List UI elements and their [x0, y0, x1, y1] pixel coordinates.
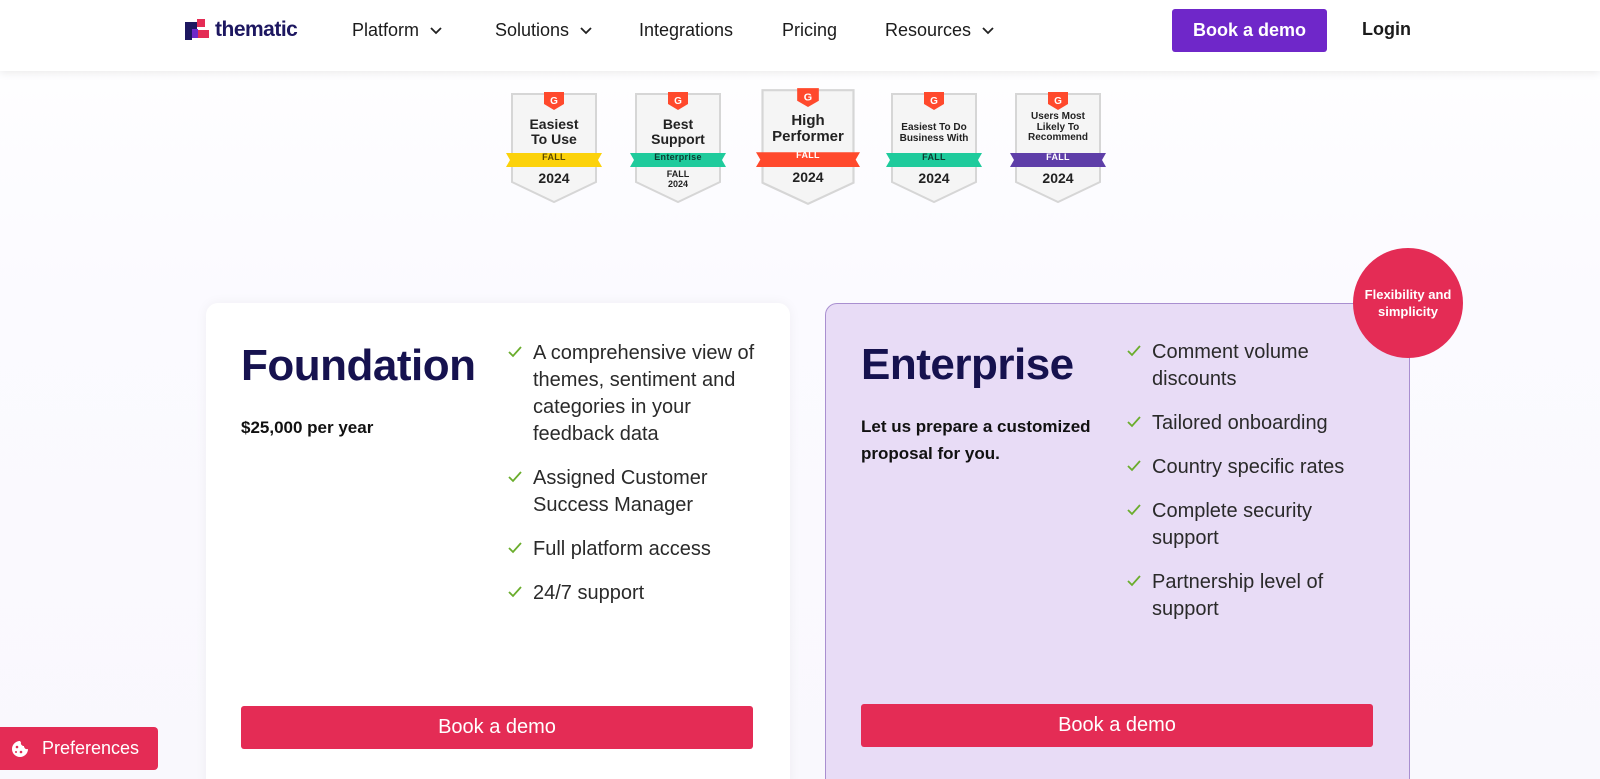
- cookie-icon: [12, 740, 28, 757]
- flexibility-simplicity-badge: Flexibility and simplicity: [1353, 248, 1463, 358]
- check-icon: [1127, 345, 1141, 357]
- nav-platform[interactable]: Platform: [352, 18, 443, 42]
- badge-shield-icon: G: [756, 88, 860, 205]
- thematic-logo[interactable]: thematic: [183, 16, 298, 44]
- login-link[interactable]: Login: [1362, 19, 1411, 40]
- feature-text: Country specific rates: [1152, 456, 1345, 478]
- g2-badge-most-likely-recommend: G Users Most Likely To Recommend FALL 2024: [1010, 90, 1106, 206]
- feature-item: Country specific rates: [1126, 454, 1371, 481]
- badge-ribbon-text: Enterprise: [654, 152, 702, 162]
- feature-item: Assigned Customer Success Manager: [507, 465, 757, 519]
- feature-text: Assigned Customer Success Manager: [533, 467, 708, 516]
- badge-shield-icon: G: [886, 92, 982, 204]
- g2-logo-icon: G: [550, 96, 558, 107]
- feature-item: Partnership level of support: [1126, 569, 1371, 623]
- check-icon: [508, 542, 522, 554]
- thematic-logo-icon: [185, 19, 209, 40]
- feature-text: A comprehensive view of themes, sentimen…: [533, 342, 755, 445]
- check-icon: [1127, 460, 1141, 472]
- g2-logo-icon: G: [1054, 96, 1062, 107]
- badge-ribbon-text: FALL: [796, 150, 820, 160]
- plan-title: Foundation: [241, 341, 476, 390]
- badge-title: Easiest To Do Business With: [899, 122, 969, 144]
- chevron-down-icon: [580, 27, 592, 35]
- plan-title: Enterprise: [861, 340, 1074, 389]
- nav-pricing[interactable]: Pricing: [782, 18, 837, 42]
- badge-title: High Performer: [772, 112, 844, 145]
- badge-year: 2024: [918, 170, 950, 186]
- check-icon: [1127, 504, 1141, 516]
- nav-label: Integrations: [639, 19, 734, 40]
- feature-item: Full platform access: [507, 536, 757, 563]
- foundation-feature-list: A comprehensive view of themes, sentimen…: [507, 340, 757, 624]
- badge-ribbon-text: FALL: [1046, 152, 1070, 162]
- logo-text: thematic: [215, 18, 298, 41]
- badge-title: Users Most Likely To Recommend: [1027, 111, 1088, 143]
- g2-badge-best-support: G Best Support Enterprise FALL 2024: [630, 90, 726, 206]
- nav-label: Resources: [885, 19, 972, 40]
- foundation-plan-card: Foundation $25,000 per year A comprehens…: [206, 303, 790, 779]
- chevron-down-icon: [430, 27, 442, 35]
- nav-solutions[interactable]: Solutions: [495, 18, 593, 42]
- badge-shield-icon: G: [506, 92, 602, 204]
- badge-title: Easiest To Use: [529, 116, 579, 147]
- badge-year: 2024: [1042, 170, 1074, 186]
- chevron-down-icon: [982, 27, 994, 35]
- g2-logo-icon: G: [930, 96, 938, 107]
- nav-integrations[interactable]: Integrations: [639, 18, 733, 42]
- badge-ribbon-text: FALL: [922, 152, 946, 162]
- g2-badge-easiest-to-use: G Easiest To Use FALL 2024: [506, 90, 602, 206]
- badge-title: Best Support: [651, 116, 705, 147]
- feature-text: Tailored onboarding: [1152, 412, 1328, 434]
- check-icon: [508, 346, 522, 358]
- foundation-book-demo-button[interactable]: Book a demo: [241, 706, 753, 749]
- badge-year: 2024: [538, 170, 570, 186]
- enterprise-plan-card: Enterprise Let us prepare a customized p…: [825, 303, 1410, 779]
- feature-text: Complete security support: [1152, 500, 1313, 549]
- feature-item: A comprehensive view of themes, sentimen…: [507, 340, 757, 448]
- badge-ribbon-text: FALL: [542, 152, 566, 162]
- plan-price: $25,000 per year: [241, 418, 374, 437]
- check-icon: [1127, 575, 1141, 587]
- book-demo-header-button[interactable]: Book a demo: [1172, 9, 1327, 52]
- badge-season: FALL 2024: [666, 169, 690, 189]
- cookie-preferences-button[interactable]: Preferences: [0, 727, 158, 770]
- nav-label: Pricing: [782, 19, 838, 40]
- nav-resources[interactable]: Resources: [885, 18, 995, 42]
- check-icon: [508, 471, 522, 483]
- enterprise-feature-list: Comment volume discounts Tailored onboar…: [1126, 339, 1371, 640]
- feature-item: Complete security support: [1126, 498, 1371, 552]
- g2-logo-icon: G: [674, 96, 682, 107]
- g2-badge-high-performer: G High Performer FALL 2024: [756, 86, 860, 208]
- feature-text: Partnership level of support: [1152, 571, 1324, 620]
- preferences-label: Preferences: [42, 738, 140, 758]
- nav-label: Solutions: [495, 19, 570, 40]
- site-header: thematic Platform Solutions Integrations…: [0, 0, 1600, 71]
- feature-item: Comment volume discounts: [1126, 339, 1371, 393]
- g2-logo-icon: G: [804, 92, 812, 104]
- check-icon: [1127, 416, 1141, 428]
- badge-year: 2024: [792, 169, 824, 185]
- enterprise-book-demo-button[interactable]: Book a demo: [861, 704, 1373, 747]
- feature-text: Full platform access: [533, 538, 711, 560]
- feature-item: 24/7 support: [507, 580, 757, 607]
- check-icon: [508, 586, 522, 598]
- g2-badge-easiest-business: G Easiest To Do Business With FALL 2024: [886, 90, 982, 206]
- plan-subtitle: Let us prepare a customized proposal for…: [861, 417, 1091, 463]
- feature-item: Tailored onboarding: [1126, 410, 1371, 437]
- feature-text: Comment volume discounts: [1152, 341, 1309, 390]
- nav-label: Platform: [352, 19, 420, 40]
- feature-text: 24/7 support: [533, 582, 645, 604]
- badge-shield-icon: G: [1010, 92, 1106, 204]
